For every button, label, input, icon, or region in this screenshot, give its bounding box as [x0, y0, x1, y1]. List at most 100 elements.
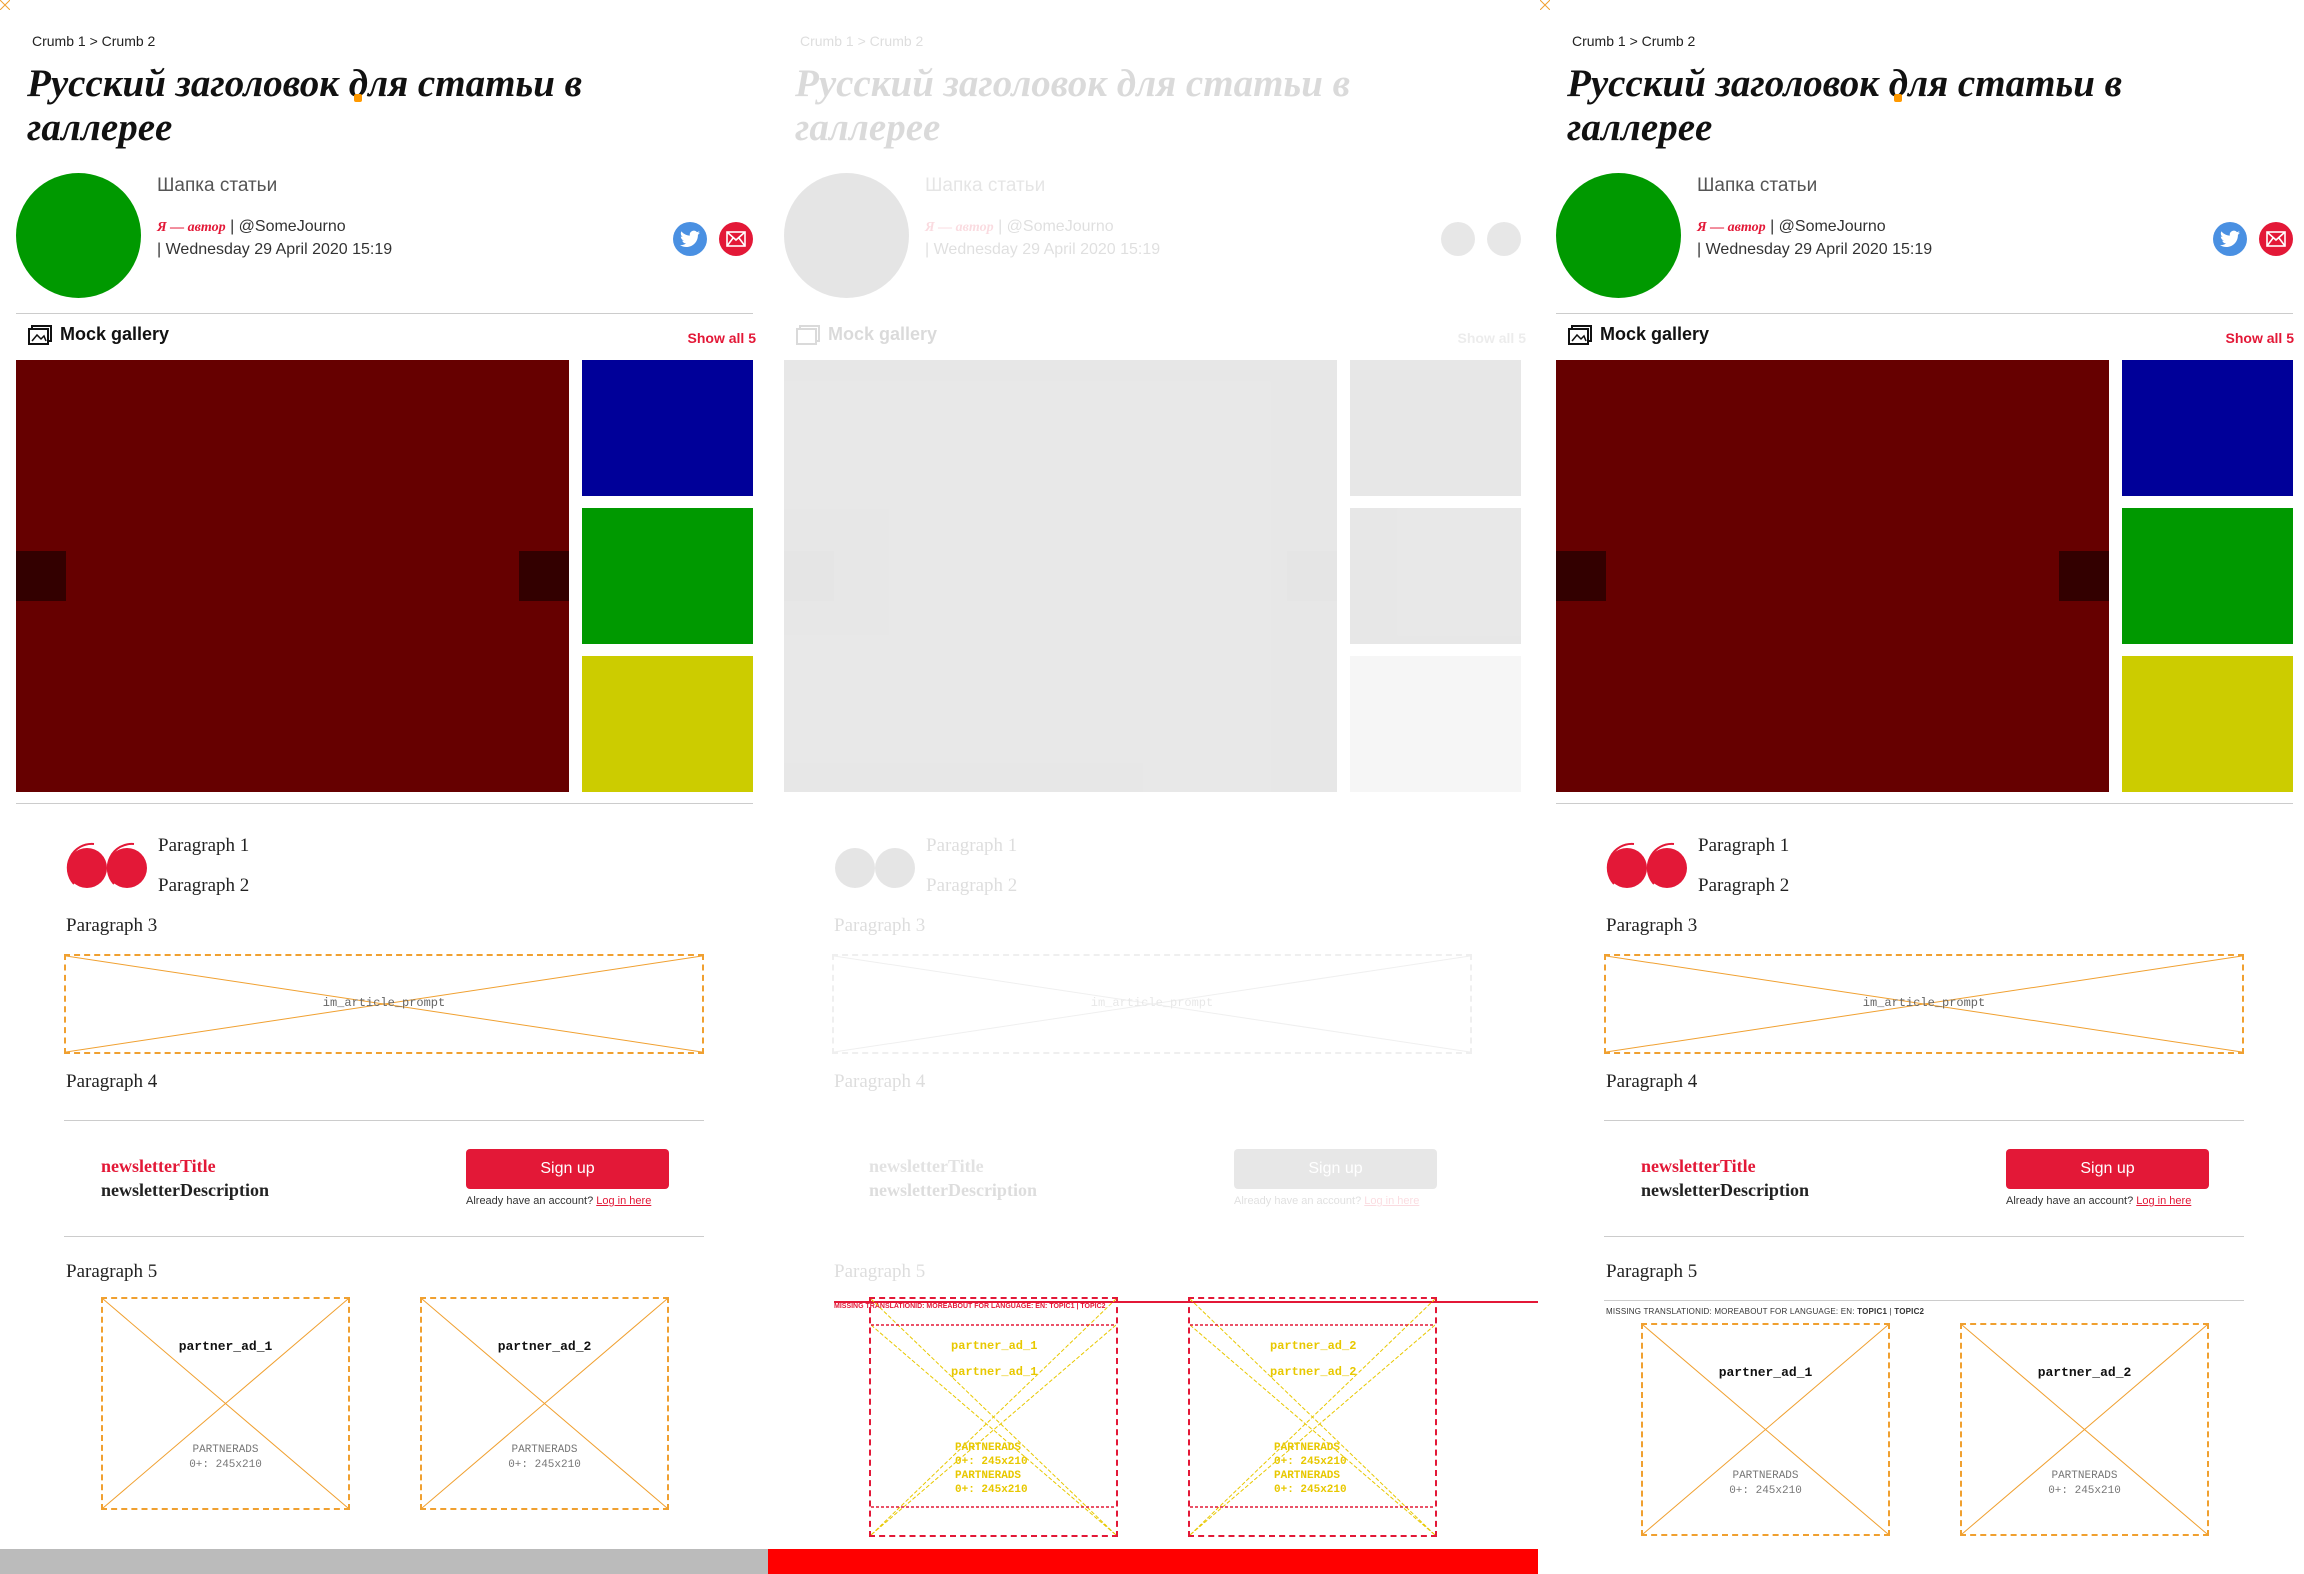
article-title: Русский заголовок для статьи в галлерее [1567, 62, 2123, 149]
envelope-icon [2266, 231, 2286, 247]
gallery-thumbnail[interactable] [1350, 656, 1521, 792]
signup-button[interactable]: Sign up [2006, 1149, 2209, 1189]
ad-vendor: PARTNERADS [955, 1442, 1022, 1454]
panel-after: Crumb 1 > Crumb 2 Русский заголовок для … [1540, 0, 2304, 1574]
divider [1556, 803, 2293, 804]
newsletter-title: newsletterTitle [1641, 1156, 1756, 1176]
gallery-thumbnail[interactable] [2122, 656, 2293, 792]
paragraph: Paragraph 3 [66, 915, 158, 936]
divider [16, 313, 753, 314]
author-byline: Я — автор | @SomeJourno [1697, 218, 1886, 236]
ad-vendor: PARTNERADS [2051, 1470, 2118, 1482]
paragraph: Paragraph 1 [926, 835, 1018, 856]
prompt-label: im_article_prompt [1090, 996, 1214, 1010]
breadcrumb-item[interactable]: Crumb 2 [870, 33, 924, 49]
paragraph: Paragraph 4 [1606, 1071, 1698, 1092]
twitter-icon [680, 230, 700, 247]
show-all-link[interactable]: Show all 5 [1458, 330, 1526, 346]
topic-link[interactable]: TOPIC1 [1857, 1307, 1887, 1316]
paragraph: Paragraph 3 [1606, 915, 1698, 936]
diff-status-bar-diff [768, 1549, 1538, 1574]
gallery-title: Mock gallery [1600, 324, 1710, 344]
author-name[interactable]: Я — автор [1697, 220, 1766, 235]
gallery-thumbnail[interactable] [582, 656, 753, 792]
login-link[interactable]: Log in here [596, 1195, 651, 1207]
breadcrumb-item[interactable]: Crumb 2 [1642, 33, 1696, 49]
gallery-icon [28, 324, 52, 345]
missing-translation-notice: MISSING TRANSLATIONID: MOREABOUT FOR LAN… [1606, 1307, 1924, 1316]
gallery-thumbnail[interactable] [582, 508, 753, 644]
marker-dot [1894, 94, 1902, 102]
gallery-prev-button[interactable] [784, 551, 834, 601]
publish-date: | Wednesday 29 April 2020 15:19 [1697, 241, 1933, 258]
twitter-icon [2220, 230, 2240, 247]
article-standfirst: Шапка статьи [925, 175, 1046, 196]
author-name[interactable]: Я — автор [157, 220, 226, 235]
twitter-share-button[interactable] [2213, 222, 2247, 256]
author-handle[interactable]: | @SomeJourno [230, 218, 346, 235]
topic-link[interactable]: TOPIC2 [1894, 1307, 1924, 1316]
panel-diff: Crumb 1 > Crumb 2 Русский заголовок для … [768, 0, 1538, 1574]
gallery-thumbnail[interactable] [582, 360, 753, 496]
publish-date: | Wednesday 29 April 2020 15:19 [925, 241, 1161, 258]
signup-button[interactable]: Sign up [466, 1149, 669, 1189]
ad-name: partner_ad_1 [178, 1339, 273, 1354]
login-link[interactable]: Log in here [2136, 1195, 2191, 1207]
gallery-main-image[interactable] [16, 360, 569, 792]
diff-ad-name: partner_ad_2 [1270, 1339, 1357, 1353]
login-prompt: Already have an account? Log in here [2006, 1195, 2191, 1207]
paragraph: Paragraph 3 [834, 915, 926, 936]
ad-size: 0+: 245x210 [189, 1459, 262, 1471]
twitter-share-button[interactable] [1441, 222, 1475, 256]
newsletter-title: newsletterTitle [101, 1156, 216, 1176]
newsletter-title: newsletterTitle [869, 1156, 984, 1176]
gallery-thumbnail[interactable] [1350, 360, 1521, 496]
diff-ad-outline: partner_ad_1 partner_ad_1 PARTNERADS 0+: … [869, 1297, 1118, 1537]
gallery-title: Mock gallery [60, 324, 170, 344]
author-handle[interactable]: | @SomeJourno [1770, 218, 1886, 235]
gallery-next-button[interactable] [519, 551, 569, 601]
marker-dot [354, 94, 362, 102]
breadcrumb: Crumb 1 > Crumb 2 [1572, 33, 1695, 49]
gallery-prev-button[interactable] [16, 551, 66, 601]
gallery-thumbnail[interactable] [2122, 360, 2293, 496]
prompt-label: im_article_prompt [1862, 996, 1986, 1010]
ad-label: PARTNERADS 0+: 245x210 [422, 1443, 667, 1473]
gallery-header: Mock gallery [796, 324, 937, 345]
ad-size: 0+: 245x210 [2048, 1485, 2121, 1497]
author-avatar [16, 173, 141, 298]
divider [1556, 313, 2293, 314]
show-all-link[interactable]: Show all 5 [2226, 330, 2294, 346]
signup-button[interactable]: Sign up [1234, 1149, 1437, 1189]
login-prompt-text: Already have an account? [1234, 1195, 1362, 1207]
email-share-button[interactable] [2259, 222, 2293, 256]
author-byline: Я — автор | @SomeJourno [157, 218, 346, 236]
breadcrumb-item[interactable]: Crumb 1 [800, 33, 854, 49]
gallery-main-image[interactable] [1556, 360, 2109, 792]
diff-status-bar-baseline [0, 1549, 768, 1574]
gallery-prev-button[interactable] [1556, 551, 1606, 601]
breadcrumb-item[interactable]: Crumb 1 [32, 33, 86, 49]
placeholder-cross-icon [1643, 1325, 1888, 1534]
gallery-thumbnail[interactable] [2122, 508, 2293, 644]
breadcrumb-item[interactable]: Crumb 1 [1572, 33, 1626, 49]
gallery-next-button[interactable] [1287, 551, 1337, 601]
email-share-button[interactable] [719, 222, 753, 256]
author-name[interactable]: Я — автор [925, 220, 994, 235]
divider [64, 1120, 704, 1121]
gallery-thumbnail[interactable] [1350, 508, 1521, 644]
article-prompt-placeholder: im_article_prompt [1604, 954, 2244, 1054]
diff-ad-label: PARTNERADS 0+: 245x210 PARTNERADS 0+: 245x2… [1274, 1441, 1347, 1497]
gallery-main-image[interactable] [784, 360, 1337, 792]
breadcrumb-item[interactable]: Crumb 2 [102, 33, 156, 49]
twitter-share-button[interactable] [673, 222, 707, 256]
login-link[interactable]: Log in here [1364, 1195, 1419, 1207]
show-all-link[interactable]: Show all 5 [688, 330, 756, 346]
email-share-button[interactable] [1487, 222, 1521, 256]
gallery-next-button[interactable] [2059, 551, 2109, 601]
paragraph: Paragraph 2 [1698, 875, 1790, 896]
panel-before: Crumb 1 > Crumb 2 Русский заголовок для … [0, 0, 768, 1574]
article-standfirst: Шапка статьи [1697, 175, 1818, 196]
breadcrumb: Crumb 1 > Crumb 2 [800, 33, 923, 49]
author-handle[interactable]: | @SomeJourno [998, 218, 1114, 235]
